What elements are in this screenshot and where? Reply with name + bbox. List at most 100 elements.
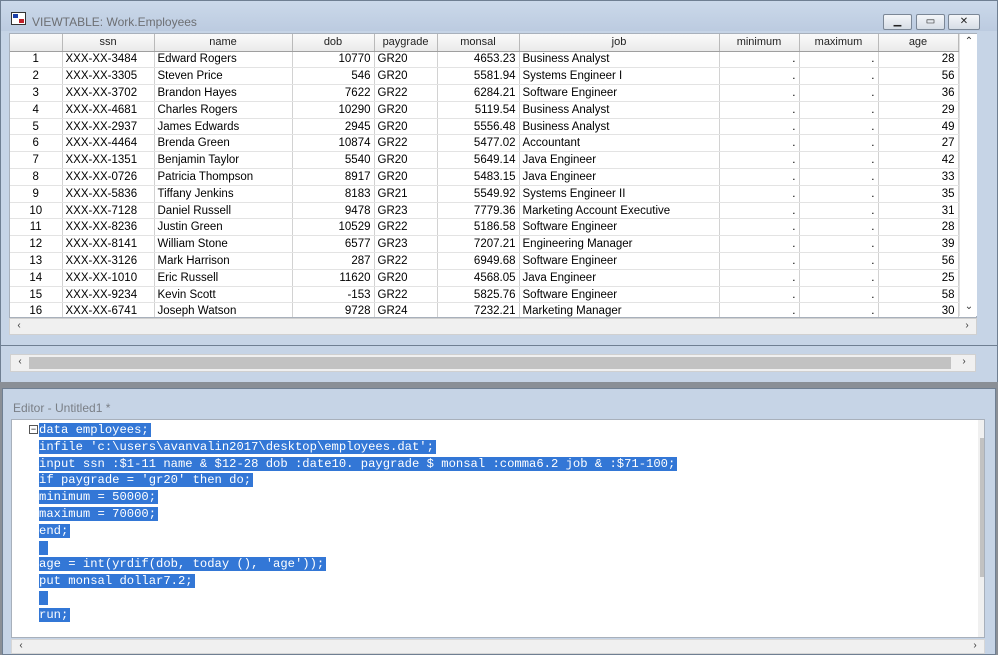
table-cell[interactable]: GR20 [374, 269, 438, 287]
table-cell[interactable]: . [799, 302, 879, 317]
table-cell[interactable]: 5477.02 [437, 134, 520, 153]
table-cell[interactable]: GR21 [374, 185, 438, 203]
code-line[interactable] [39, 540, 677, 557]
table-cell[interactable]: William Stone [154, 235, 293, 254]
scroll-left-arrow-icon[interactable]: ‹ [12, 640, 30, 651]
table-row[interactable]: 16 XXX-XX-6741 Joseph Watson 9728 GR24 7232.2… [10, 302, 959, 317]
table-cell[interactable]: GR22 [374, 134, 438, 153]
table-cell[interactable]: XXX-XX-0726 [62, 168, 155, 186]
table-cell[interactable]: . [719, 185, 800, 203]
table-row[interactable]: 14 XXX-XX-1010 Eric Russell 11620 GR20 4568.0… [10, 269, 959, 287]
table-cell[interactable]: 8917 [292, 168, 375, 186]
table-cell[interactable]: . [719, 286, 800, 304]
table-cell[interactable]: 5649.14 [437, 151, 520, 170]
column-header-dob[interactable]: dob [292, 34, 375, 52]
row-number[interactable]: 4 [10, 101, 63, 119]
table-cell[interactable]: GR22 [374, 252, 438, 270]
table-cell[interactable]: 546 [292, 67, 375, 86]
table-row[interactable]: 4 XXX-XX-4681 Charles Rogers 10290 GR20 5119.… [10, 101, 959, 119]
table-cell[interactable]: 287 [292, 252, 375, 270]
row-number[interactable]: 3 [10, 84, 63, 102]
table-cell[interactable]: . [719, 84, 800, 102]
table-cell[interactable]: . [799, 202, 879, 220]
scroll-left-arrow-icon[interactable]: ‹ [10, 320, 28, 331]
table-cell[interactable]: Java Engineer [519, 168, 720, 186]
table-cell[interactable]: XXX-XX-4681 [62, 101, 155, 119]
table-cell[interactable]: XXX-XX-4464 [62, 134, 155, 153]
table-cell[interactable]: 5119.54 [437, 101, 520, 119]
table-cell[interactable]: Software Engineer [519, 84, 720, 102]
table-cell[interactable]: 29 [878, 101, 959, 119]
column-header-minimum[interactable]: minimum [719, 34, 800, 52]
editor-vertical-scrollbar[interactable]: ⌃ ⌄ [978, 420, 984, 637]
table-cell[interactable]: . [799, 185, 879, 203]
table-cell[interactable]: Java Engineer [519, 151, 720, 170]
column-header-ssn[interactable]: ssn [62, 34, 155, 52]
table-cell[interactable]: XXX-XX-9234 [62, 286, 155, 304]
table-cell[interactable]: 4568.05 [437, 269, 520, 287]
table-cell[interactable]: XXX-XX-8141 [62, 235, 155, 254]
table-cell[interactable]: . [719, 51, 800, 69]
table-cell[interactable]: GR20 [374, 118, 438, 136]
table-cell[interactable]: 28 [878, 51, 959, 69]
table-cell[interactable]: . [799, 84, 879, 102]
table-cell[interactable]: XXX-XX-8236 [62, 218, 155, 237]
table-cell[interactable]: 10770 [292, 51, 375, 69]
editor-horizontal-scrollbar[interactable]: ‹ › [11, 639, 985, 654]
table-cell[interactable]: 7232.21 [437, 302, 520, 317]
table-cell[interactable]: . [719, 235, 800, 254]
table-cell[interactable]: . [719, 168, 800, 186]
table-cell[interactable]: . [719, 118, 800, 136]
scroll-left-arrow-icon[interactable]: ‹ [11, 356, 29, 367]
table-cell[interactable]: Engineering Manager [519, 235, 720, 254]
table-cell[interactable]: 58 [878, 286, 959, 304]
table-cell[interactable]: 35 [878, 185, 959, 203]
code-line[interactable]: minimum = 50000; [39, 489, 677, 506]
column-header-job[interactable]: job [519, 34, 720, 52]
table-cell[interactable]: 5186.58 [437, 218, 520, 237]
table-cell[interactable]: Brandon Hayes [154, 84, 293, 102]
table-cell[interactable]: . [719, 218, 800, 237]
table-row[interactable]: 1 XXX-XX-3484 Edward Rogers 10770 GR20 4653.2… [10, 51, 959, 69]
table-row[interactable]: 13 XXX-XX-3126 Mark Harrison 287 GR22 6949.68… [10, 252, 959, 270]
table-row[interactable]: 5 XXX-XX-2937 James Edwards 2945 GR20 5556.48… [10, 118, 959, 136]
table-cell[interactable]: . [799, 235, 879, 254]
table-cell[interactable]: 28 [878, 218, 959, 237]
table-cell[interactable]: Tiffany Jenkins [154, 185, 293, 203]
table-cell[interactable]: 6284.21 [437, 84, 520, 102]
table-row[interactable]: 12 XXX-XX-8141 William Stone 6577 GR23 7207.2… [10, 235, 959, 254]
table-cell[interactable]: 5540 [292, 151, 375, 170]
table-cell[interactable]: Daniel Russell [154, 202, 293, 220]
code-line[interactable]: if paygrade = 'gr20' then do; [39, 472, 677, 489]
table-row[interactable]: 10 XXX-XX-7128 Daniel Russell 9478 GR23 7779.… [10, 202, 959, 220]
code-editor[interactable]: − data employees; infile 'c:\users\avanva… [11, 419, 985, 638]
table-cell[interactable]: 9728 [292, 302, 375, 317]
table-cell[interactable]: Business Analyst [519, 101, 720, 119]
table-cell[interactable]: . [799, 286, 879, 304]
scroll-down-arrow-icon[interactable]: ⌄ [960, 301, 978, 312]
table-cell[interactable]: . [799, 218, 879, 237]
main-horizontal-scrollbar[interactable]: ‹ › [10, 354, 976, 372]
table-cell[interactable]: 5581.94 [437, 67, 520, 86]
table-cell[interactable]: 42 [878, 151, 959, 170]
table-cell[interactable]: GR20 [374, 151, 438, 170]
table-cell[interactable]: . [719, 134, 800, 153]
scrollbar-thumb[interactable] [980, 438, 984, 577]
code-line[interactable]: put monsal dollar7.2; [39, 573, 677, 590]
row-number[interactable]: 13 [10, 252, 63, 270]
row-number[interactable]: 11 [10, 218, 63, 237]
table-row[interactable]: 6 XXX-XX-4464 Brenda Green 10874 GR22 5477.02… [10, 134, 959, 153]
scroll-up-arrow-icon[interactable]: ⌃ [978, 422, 984, 433]
table-cell[interactable]: Software Engineer [519, 252, 720, 270]
table-cell[interactable]: 10290 [292, 101, 375, 119]
table-cell[interactable]: 7779.36 [437, 202, 520, 220]
table-cell[interactable]: GR23 [374, 235, 438, 254]
table-cell[interactable]: 56 [878, 252, 959, 270]
table-cell[interactable]: 39 [878, 235, 959, 254]
table-cell[interactable]: Joseph Watson [154, 302, 293, 317]
scroll-right-arrow-icon[interactable]: › [955, 356, 973, 367]
table-cell[interactable]: Mark Harrison [154, 252, 293, 270]
table-row[interactable]: 2 XXX-XX-3305 Steven Price 546 GR20 5581.94 Sy… [10, 67, 959, 86]
row-number[interactable]: 16 [10, 302, 63, 317]
scroll-up-arrow-icon[interactable]: ⌃ [960, 36, 978, 47]
